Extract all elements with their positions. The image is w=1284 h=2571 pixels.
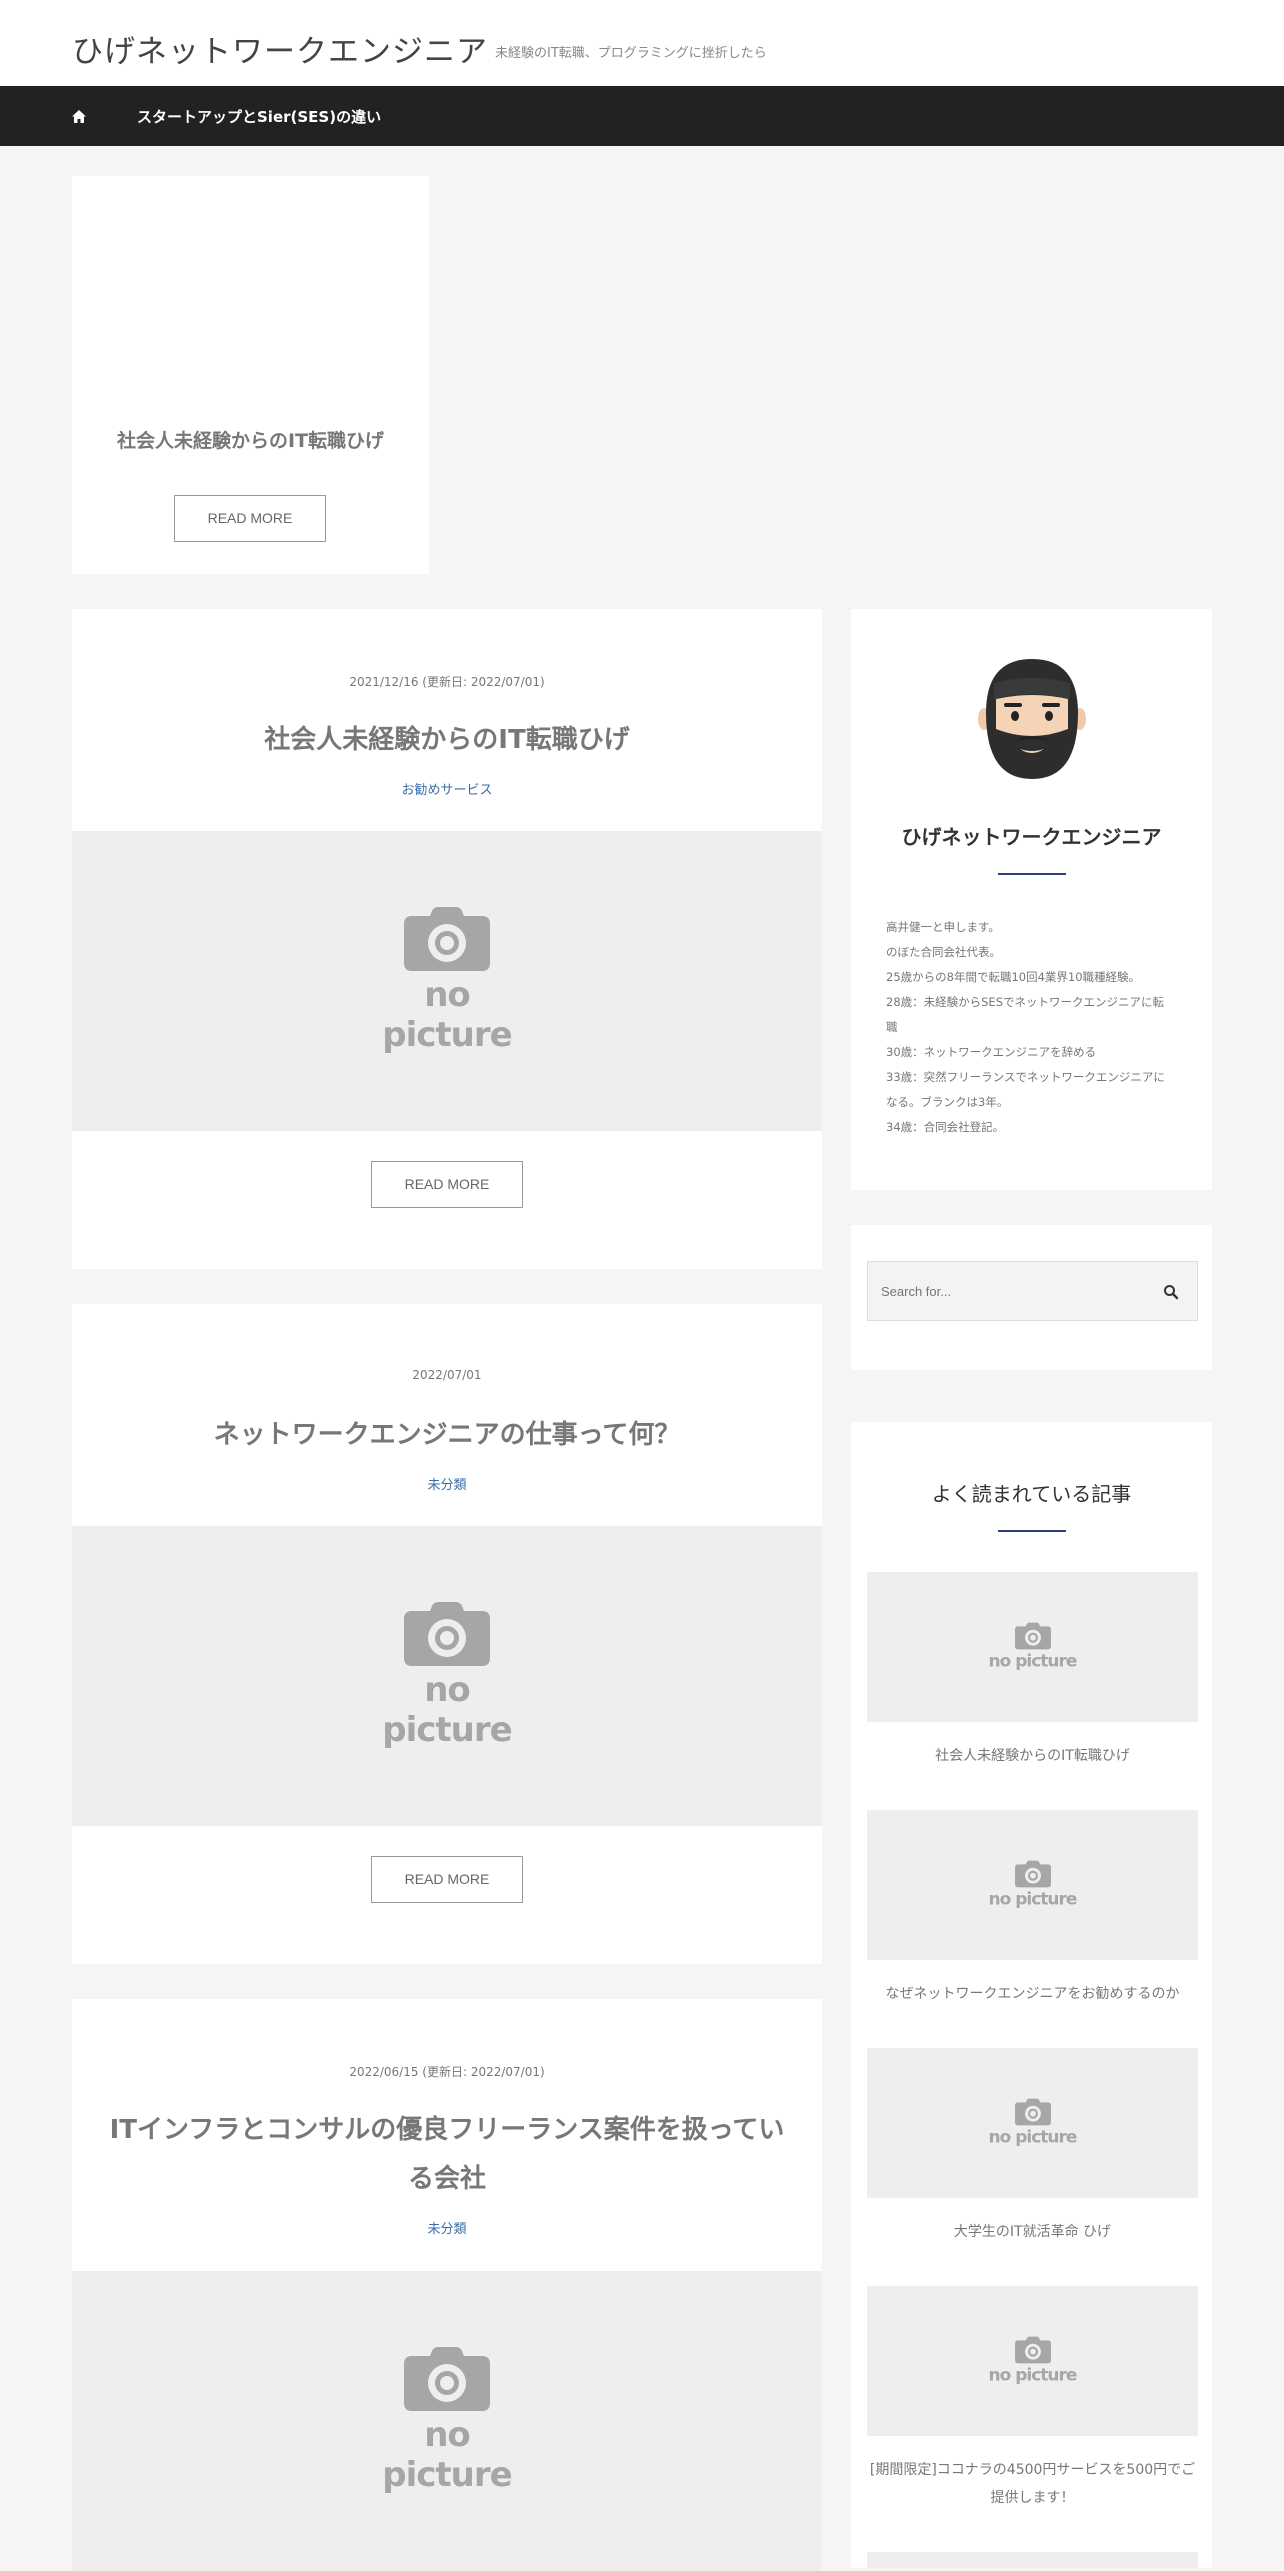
profile-widget: ひげネットワークエンジニア 高井健一と申します。 のぼた合同会社代表。 25歳か… (851, 609, 1212, 1190)
popular-post-title[interactable]: 大学生のIT就活革命󠄀󠄀 ひげ (867, 2218, 1198, 2246)
popular-post-thumbnail[interactable]: no picture (867, 2048, 1198, 2198)
profile-bio-line: 30歳：ネットワークエンジニアを辞める (886, 1045, 1097, 1059)
camera-icon (404, 907, 490, 971)
no-picture-label: no picture (988, 1651, 1078, 1672)
profile-bio: 高井健一と申します。 のぼた合同会社代表。 25歳からの8年間で転職10回4業界… (886, 915, 1181, 1140)
profile-bio-line: 高井健一と申します。 (886, 920, 1000, 934)
no-picture-label: no picture (988, 2365, 1078, 2386)
post-category[interactable]: お勧めサービス (72, 779, 822, 798)
profile-bio-line: 25歳からの8年間で転職10回4業界10職種経験。 (886, 970, 1141, 984)
profile-bio-line: のぼた合同会社代表。 (886, 945, 1001, 959)
post-category[interactable]: 未分類 (72, 1474, 822, 1493)
featured-post-title[interactable]: 社会人未経験からのIT転職󠄀󠄀ひげ (72, 426, 429, 456)
featured-read-more-button[interactable]: READ MORE (174, 495, 326, 542)
profile-bio-line: 28歳：未経験からSESでネットワークエンジニアに転 (886, 995, 1164, 1009)
post-thumbnail[interactable]: no picture (72, 1526, 822, 1826)
camera-icon (1014, 1622, 1051, 1650)
no-picture-label: no picture (382, 1670, 512, 1750)
post-category[interactable]: 未分類 (72, 2218, 822, 2237)
main-nav: スタートアップとSier(SES)の違い (0, 86, 1284, 146)
post-thumbnail[interactable]: no picture (72, 2271, 822, 2571)
profile-bio-line: 職 (886, 1020, 898, 1034)
site-description: 未経験のIT転職、プログラミングに挫折したら (495, 46, 767, 61)
post-thumbnail[interactable]: no picture (72, 831, 822, 1131)
post-card: 2022/07/01 ネットワークエンジニアの仕事って何？ 未分類 no pic… (72, 1304, 822, 1964)
no-picture-label: no picture (988, 1889, 1078, 1910)
camera-icon (404, 1602, 490, 1666)
read-more-button[interactable]: READ MORE (371, 1161, 523, 1208)
camera-icon (1014, 1860, 1051, 1888)
accent-divider (998, 1530, 1066, 1532)
post-title[interactable]: ITインフラとコンサルの優良フリーランス案件を扱っている会社 (72, 2106, 822, 2204)
home-icon[interactable] (66, 102, 92, 130)
popular-post-title[interactable]: 社会人未経験からのIT転職󠄀󠄀ひげ (867, 1742, 1198, 1770)
camera-icon (404, 2347, 490, 2411)
read-more-button[interactable]: READ MORE (371, 1856, 523, 1903)
camera-icon (1014, 2336, 1051, 2364)
search-icon[interactable] (1163, 1284, 1179, 1300)
search-input[interactable] (868, 1262, 1148, 1320)
post-date: 2022/07/01 (412, 1368, 482, 1382)
popular-posts-widget: よく読まれている記事 no picture 社会人未経験からのIT転職󠄀󠄀ひげ … (851, 1422, 1212, 2568)
camera-icon (1014, 2098, 1051, 2126)
post-title[interactable]: 社会人未経験からのIT転職󠄀󠄀ひげ (72, 716, 822, 765)
no-picture-label: no picture (382, 975, 512, 1055)
post-card: 2022/06/15 (更新日: 2022/07/01) ITインフラとコンサル… (72, 1999, 822, 2571)
site-title[interactable]: ひげネットワークエンジニア (72, 26, 488, 71)
popular-post-thumbnail[interactable] (867, 2552, 1198, 2568)
no-picture-label: no picture (382, 2415, 512, 2495)
nav-link-startup-vs-sier[interactable]: スタートアップとSier(SES)の違い (137, 106, 381, 127)
no-picture-label: no picture (988, 2127, 1078, 2148)
site-header: ひげネットワークエンジニア 未経験のIT転職、プログラミングに挫折したら (0, 0, 1284, 86)
bearded-man-emoji-icon (978, 659, 1086, 779)
popular-post-thumbnail[interactable]: no picture (867, 2286, 1198, 2436)
featured-post-card: 社会人未経験からのIT転職󠄀󠄀ひげ READ MORE (72, 176, 429, 574)
search-box (867, 1261, 1198, 1321)
search-widget (851, 1225, 1212, 1370)
widget-title: よく読まれている記事 (931, 1482, 1132, 1506)
popular-post-title[interactable]: なぜネットワークエンジニアをお勧めするのか (867, 1980, 1198, 2008)
popular-post-thumbnail[interactable]: no picture (867, 1572, 1198, 1722)
post-date: 2022/06/15 (更新日: 2022/07/01) (349, 2065, 545, 2079)
post-card: 2021/12/16 (更新日: 2022/07/01) 社会人未経験からのIT… (72, 609, 822, 1269)
post-date: 2021/12/16 (更新日: 2022/07/01) (349, 675, 545, 689)
accent-divider (998, 873, 1066, 875)
popular-post-title[interactable]: [期間限定]ココナラの4500円サービスを500円でご提供します！ (867, 2456, 1198, 2512)
profile-bio-line: なる。ブランクは3年。 (886, 1095, 1009, 1109)
profile-bio-line: 33歳：突然フリーランスでネットワークエンジニアに (886, 1070, 1165, 1084)
popular-post-thumbnail[interactable]: no picture (867, 1810, 1198, 1960)
profile-name: ひげネットワークエンジニア (901, 825, 1162, 849)
profile-bio-line: 34歳：合同会社登記。 (886, 1120, 1005, 1134)
post-title[interactable]: ネットワークエンジニアの仕事って何？ (72, 1411, 822, 1460)
